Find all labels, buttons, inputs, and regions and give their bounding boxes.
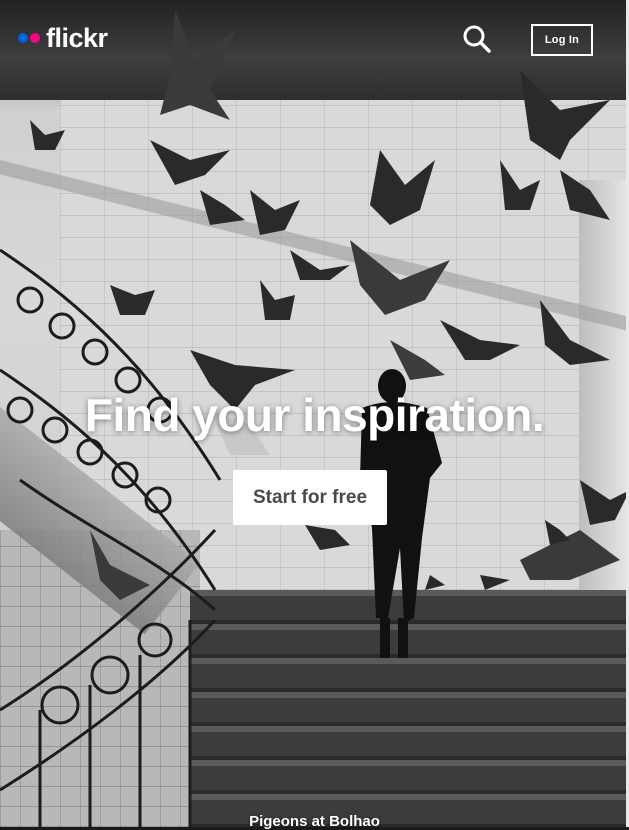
login-button[interactable]: Log In (531, 24, 593, 56)
logo-dot-blue (18, 33, 28, 43)
start-for-free-button[interactable]: Start for free (233, 470, 387, 525)
search-button[interactable] (462, 24, 492, 54)
logo-dot-pink (30, 33, 40, 43)
logo-wordmark: flickr (46, 23, 108, 53)
photo-caption[interactable]: Pigeons at Bolhao (0, 813, 629, 830)
top-navigation-bar: flickr Log In (0, 0, 629, 78)
search-icon (463, 25, 491, 53)
hero-headline: Find your inspiration. (84, 389, 545, 441)
flickr-logo[interactable]: flickr (18, 22, 108, 54)
